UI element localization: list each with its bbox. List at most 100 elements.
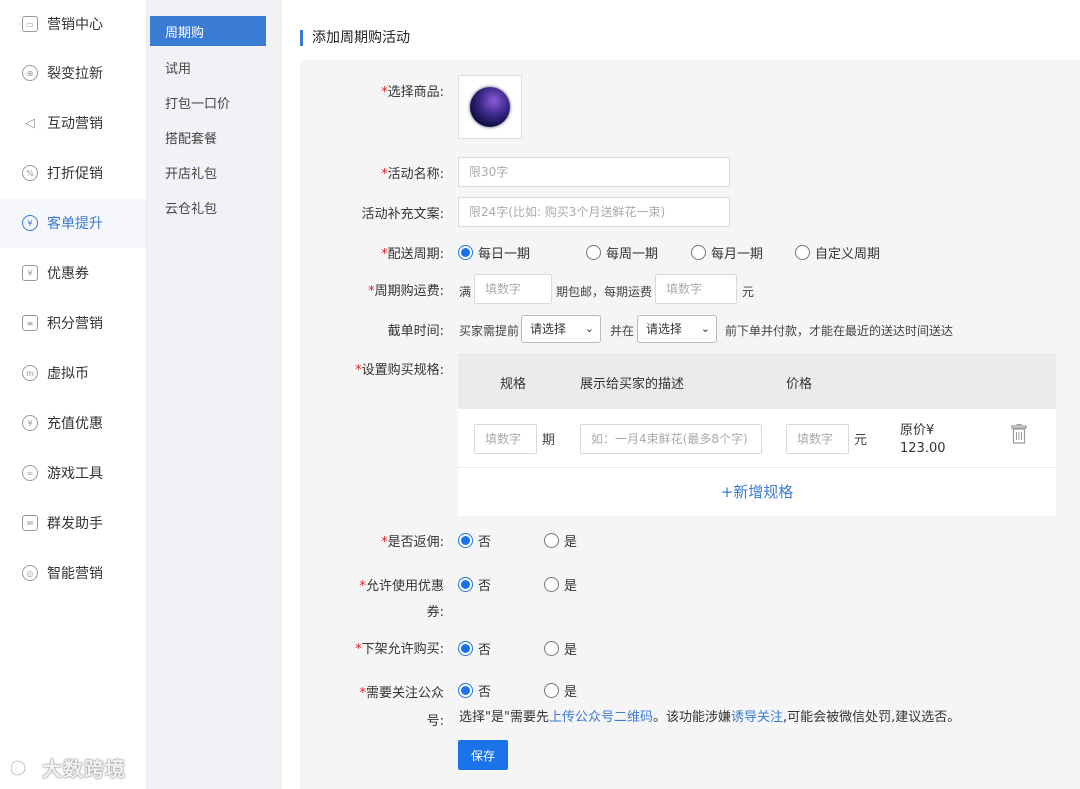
sidebar-item-label: 裂变拉新: [47, 66, 103, 82]
price-unit: 元: [854, 433, 868, 448]
product-thumbnail[interactable]: [458, 75, 522, 139]
coin-icon: m: [22, 365, 38, 381]
page-title: 添加周期购活动: [300, 30, 410, 46]
cutoff-prefix: 买家需提前: [459, 324, 520, 338]
sidebar-item-discount[interactable]: % 打折促销: [0, 148, 146, 198]
cutoff-suffix: 前下单并付款，才能在最近的送达时间送达: [725, 324, 954, 338]
rebate-label: *是否返佣:: [381, 535, 444, 550]
radio-dot: [586, 245, 601, 260]
cycle-monthly-radio[interactable]: 每月一期: [691, 243, 763, 262]
trash-icon[interactable]: [1011, 424, 1027, 444]
cutoff-middle: 并在: [610, 324, 635, 338]
sidebar-item-order-boost[interactable]: ¥ 客单提升: [0, 198, 146, 248]
coupon-icon: ¥: [22, 265, 38, 281]
spec-label: *设置购买规格:: [355, 363, 444, 378]
radio-dot: [795, 245, 810, 260]
cycle-daily-radio[interactable]: 每日一期: [458, 243, 530, 262]
cycle-weekly-radio[interactable]: 每周一期: [586, 243, 658, 262]
submenu-item-trial[interactable]: 试用: [150, 50, 266, 85]
sidebar-item-label: 游戏工具: [47, 466, 103, 482]
send-icon: ◁: [25, 115, 35, 131]
save-button[interactable]: 保存: [458, 740, 508, 770]
radio-dot: [544, 683, 559, 698]
shipping-prefix: 满: [459, 285, 472, 299]
shipping-label: *周期购运费:: [368, 284, 444, 299]
radio-dot: [458, 245, 473, 260]
offshelf-label: *下架允许购买:: [355, 642, 444, 657]
spec-periods-input[interactable]: 填数字: [474, 424, 537, 454]
sidebar-item-label: 营销中心: [47, 17, 103, 33]
sidebar-item-marketing-center[interactable]: ▭ 营销中心: [0, 0, 146, 48]
recharge-icon: ¥: [22, 415, 38, 431]
radio-dot: [544, 533, 559, 548]
submenu-item-cloud-gift[interactable]: 云仓礼包: [150, 190, 266, 225]
sidebar-item-fission[interactable]: ⊕ 裂变拉新: [0, 48, 146, 98]
shipping-fee-input[interactable]: 填数字: [655, 274, 737, 304]
radio-dot: [458, 577, 473, 592]
cutoff-time-select[interactable]: 请选择 ⌄: [637, 315, 717, 343]
coupon-yes-radio[interactable]: 是: [544, 575, 577, 594]
column-header-description: 展示给买家的描述: [580, 377, 685, 392]
spec-price-input[interactable]: 填数字: [786, 424, 849, 454]
follow-no-radio[interactable]: 否: [458, 681, 491, 700]
submenu-item-combo[interactable]: 搭配套餐: [150, 120, 266, 155]
watermark: 大数跨境: [8, 752, 126, 782]
target-icon: ◎: [22, 565, 38, 581]
submenu-item-bundle-price[interactable]: 打包一口价: [150, 85, 266, 120]
spec-unit: 期: [542, 433, 556, 448]
sidebar-item-points[interactable]: ≡ 积分营销: [0, 298, 146, 348]
induced-follow-link[interactable]: 诱导关注: [731, 710, 783, 725]
radio-dot: [544, 577, 559, 592]
sidebar-item-coupon[interactable]: ¥ 优惠券: [0, 248, 146, 298]
sidebar-item-smart-marketing[interactable]: ◎ 智能营销: [0, 548, 146, 598]
free-shipping-periods-input[interactable]: 填数字: [474, 274, 552, 304]
table-row: 填数字 期 如：一月4束鲜花(最多8个字) 填数字 元 原价¥ 123.00: [458, 409, 1056, 468]
product-image: [470, 87, 510, 127]
sidebar-item-label: 互动营销: [47, 116, 103, 132]
sidebar-item-recharge[interactable]: ¥ 充值优惠: [0, 398, 146, 448]
shipping-suffix: 元: [742, 285, 755, 299]
spec-table-header: 规格 展示给买家的描述 价格: [458, 353, 1056, 409]
sidebar-item-label: 智能营销: [47, 566, 103, 582]
form-area: *选择商品: *活动名称: 限30字 活动补充文案: 限24字(比如: 购买3个…: [300, 60, 1080, 789]
follow-label: *需要关注公众 号:: [359, 686, 444, 729]
sidebar-item-label: 优惠券: [47, 266, 89, 282]
activity-name-input[interactable]: 限30字: [458, 157, 730, 187]
follow-yes-radio[interactable]: 是: [544, 681, 577, 700]
coupon-no-radio[interactable]: 否: [458, 575, 491, 594]
cycle-custom-radio[interactable]: 自定义周期: [795, 243, 880, 262]
sidebar-item-label: 客单提升: [47, 216, 103, 232]
radio-dot: [458, 533, 473, 548]
mail-icon: ✉: [22, 515, 38, 531]
sidebar-item-game-tools[interactable]: ∞ 游戏工具: [0, 448, 146, 498]
sidebar-item-mass-send[interactable]: ✉ 群发助手: [0, 498, 146, 548]
sidebar-item-label: 充值优惠: [47, 416, 103, 432]
offshelf-yes-radio[interactable]: 是: [544, 639, 577, 658]
sub-menu: 周期购 试用 打包一口价 搭配套餐 开店礼包 云仓礼包: [148, 0, 270, 789]
coupon-label: *允许使用优惠 券:: [359, 579, 444, 620]
radio-dot: [458, 641, 473, 656]
sidebar-item-label: 虚拟币: [47, 366, 89, 382]
spec-table: 规格 展示给买家的描述 价格 填数字 期 如：一月4束鲜花(最多8个字) 填数字…: [458, 353, 1056, 516]
rebate-no-radio[interactable]: 否: [458, 531, 491, 550]
sidebar-item-virtual-coin[interactable]: m 虚拟币: [0, 348, 146, 398]
sidebar-item-interactive[interactable]: ◁ 互动营销: [0, 98, 146, 148]
main-panel: 添加周期购活动 *选择商品: *活动名称: 限30字 活动补充文案: 限24字(…: [282, 0, 1080, 789]
spec-description-input[interactable]: 如：一月4束鲜花(最多8个字): [580, 424, 762, 454]
upload-qrcode-link[interactable]: 上传公众号二维码: [549, 710, 653, 725]
sidebar-item-label: 打折促销: [47, 166, 103, 182]
original-price-label: 原价¥: [900, 423, 935, 438]
sidebar-item-label: 积分营销: [47, 316, 103, 332]
sidebar-item-label: 群发助手: [47, 516, 103, 532]
follow-hint: 选择"是"需要先上传公众号二维码。该功能涉嫌诱导关注,可能会被微信处罚,建议选否…: [459, 710, 961, 725]
radio-dot: [691, 245, 706, 260]
submenu-item-periodic[interactable]: 周期购: [150, 16, 266, 46]
offshelf-no-radio[interactable]: 否: [458, 639, 491, 658]
rebate-yes-radio[interactable]: 是: [544, 531, 577, 550]
submenu-item-shop-gift[interactable]: 开店礼包: [150, 155, 266, 190]
cutoff-days-select[interactable]: 请选择 ⌄: [521, 315, 601, 343]
cutoff-label: 截单时间:: [387, 324, 444, 339]
add-spec-button[interactable]: +新增规格: [458, 468, 1056, 515]
supplement-input[interactable]: 限24字(比如: 购买3个月送鲜花一束): [458, 197, 730, 227]
product-label: *选择商品:: [381, 85, 444, 100]
